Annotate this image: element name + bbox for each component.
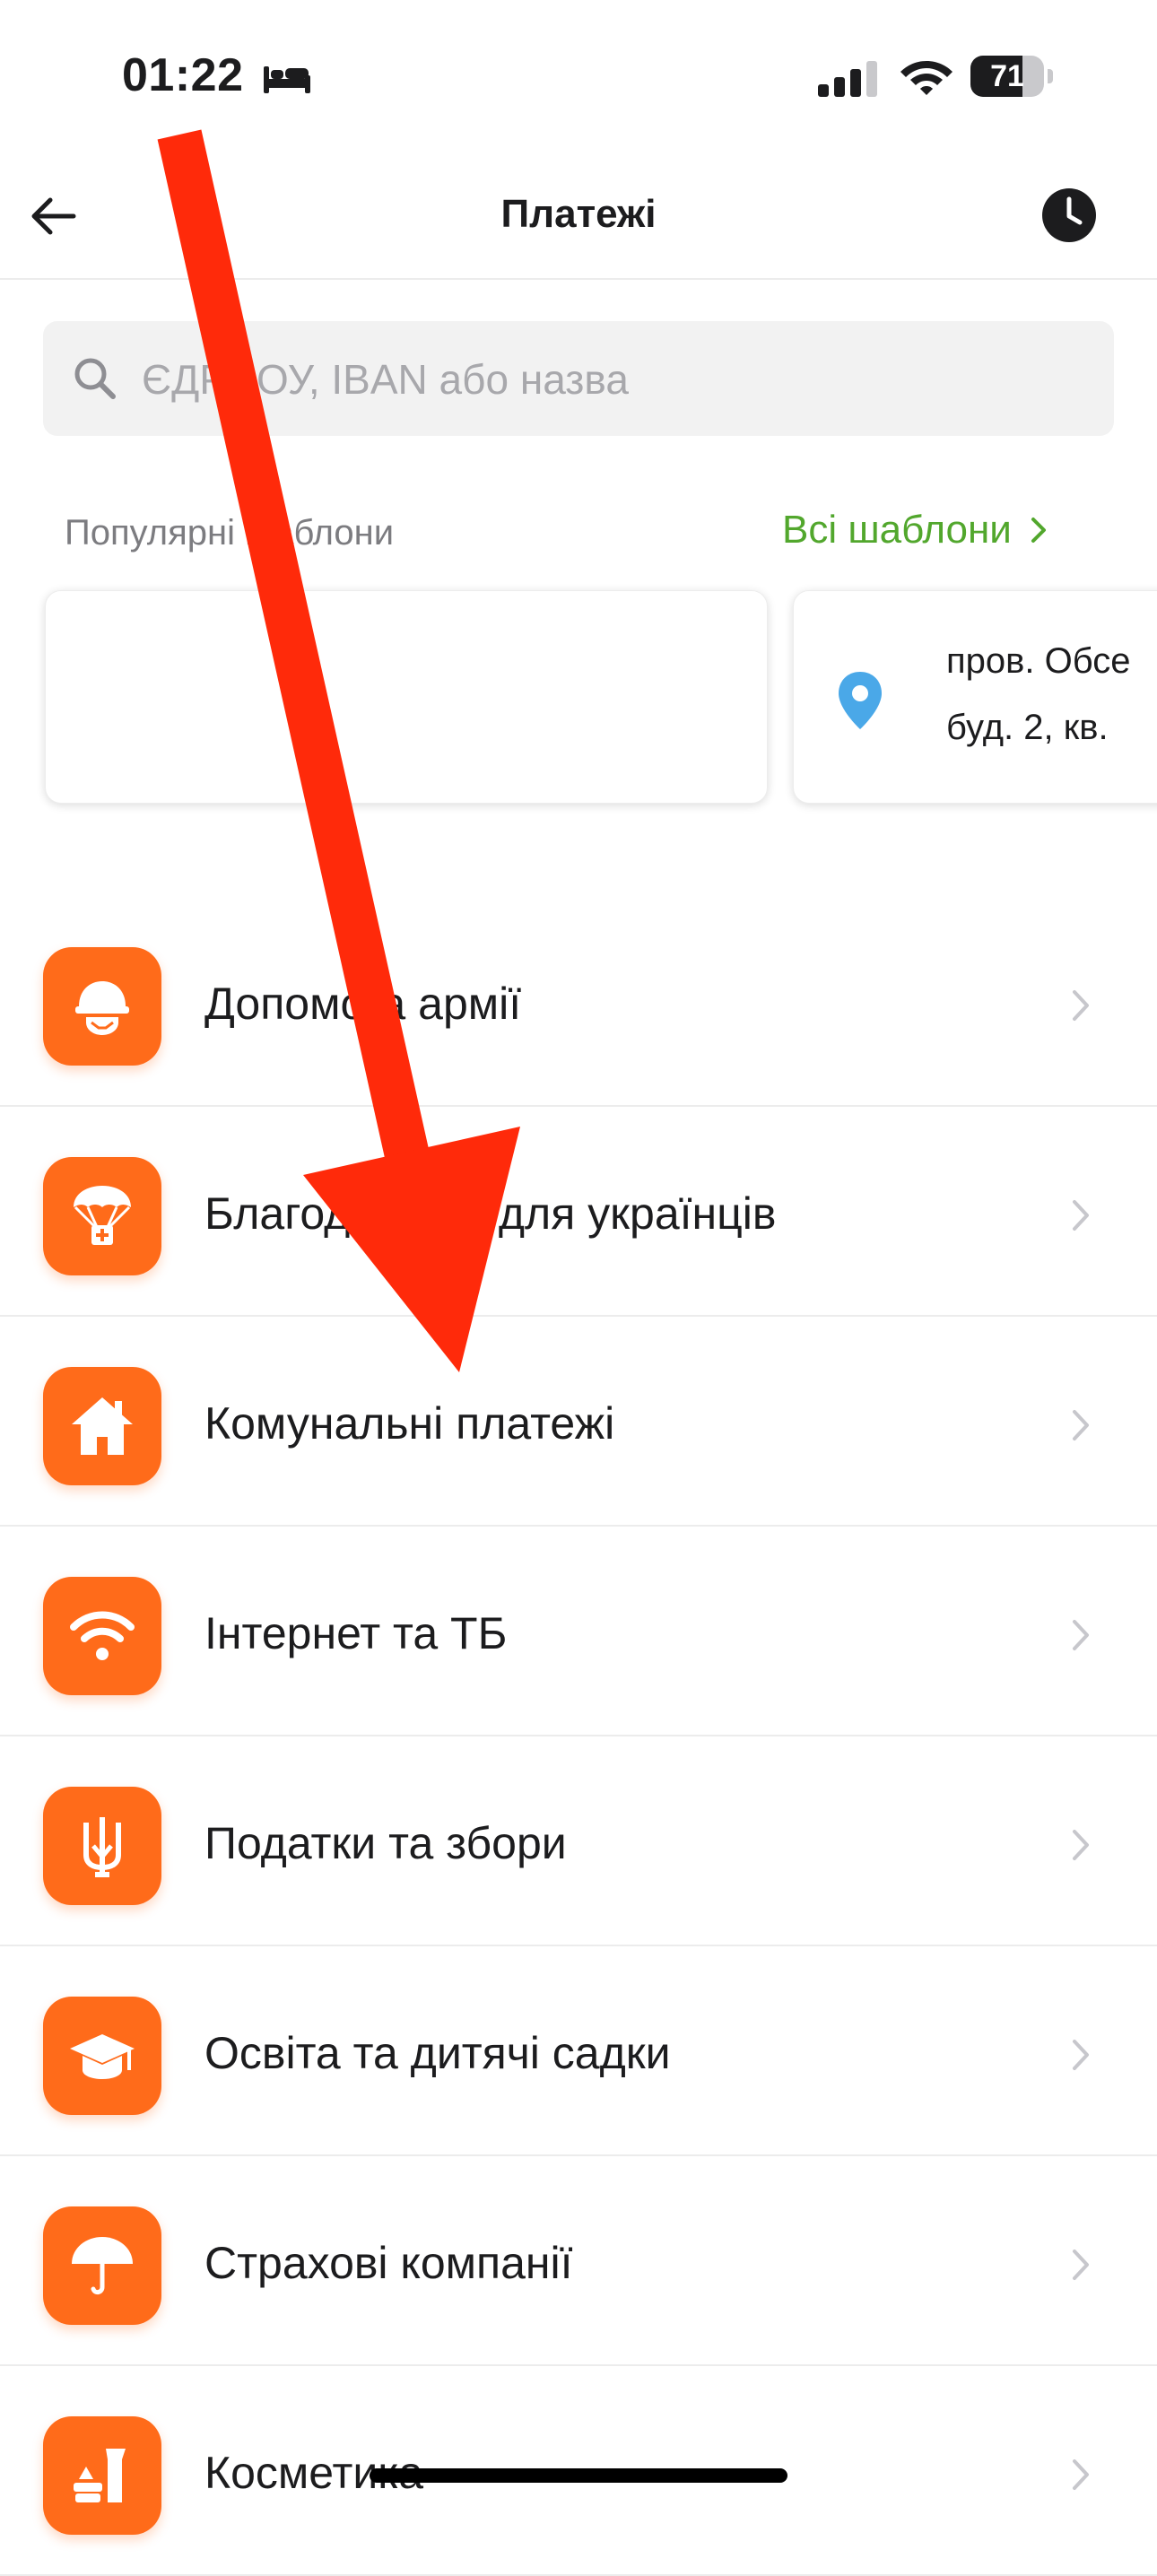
all-templates-label: Всі шаблони — [782, 508, 1012, 552]
chevron-right-icon — [1073, 2040, 1089, 2070]
category-list: Допомога армії Благодійність для українц… — [0, 897, 1157, 2576]
template-address-line: пров. Обсе — [946, 641, 1131, 681]
umbrella-icon — [72, 2237, 133, 2295]
graduation-cap-icon — [70, 2034, 135, 2079]
wifi-icon — [70, 1611, 135, 1660]
battery-percent: 71 — [990, 59, 1024, 93]
category-label: Страхові компанії — [204, 2238, 573, 2288]
house-icon — [72, 1397, 133, 1455]
all-templates-link[interactable]: Всі шаблони — [782, 508, 1051, 553]
home-indicator[interactable] — [370, 2468, 787, 2483]
templates-section-title: Популярні шаблони — [65, 513, 395, 553]
trident-icon — [83, 1817, 121, 1877]
chevron-right-icon — [1073, 2459, 1089, 2490]
chevron-right-icon — [1073, 2250, 1089, 2280]
category-item-internet-tv[interactable]: Інтернет та ТБ — [0, 1527, 1157, 1736]
chevron-right-icon — [1073, 1620, 1089, 1650]
template-address-line: буд. 2, кв. — [946, 708, 1109, 747]
battery-indicator: 71 — [970, 56, 1053, 99]
history-clock-button[interactable] — [1040, 187, 1098, 244]
location-pin-icon — [839, 672, 882, 729]
chevron-right-icon — [1073, 990, 1089, 1021]
category-label: Комунальні платежі — [204, 1398, 615, 1449]
cellular-signal-icon — [818, 61, 877, 97]
category-item-taxes[interactable]: Податки та збори — [0, 1736, 1157, 1946]
chevron-right-icon — [1031, 518, 1046, 543]
category-label: Благодійність для українців — [204, 1188, 777, 1239]
parachute-aid-icon — [74, 1186, 131, 1245]
search-input[interactable] — [140, 339, 1094, 420]
chevron-right-icon — [1073, 1410, 1089, 1440]
search-bar[interactable] — [43, 321, 1114, 436]
chevron-right-icon — [1073, 1200, 1089, 1231]
nav-bar: Платежі — [0, 152, 1157, 280]
category-item-utilities[interactable]: Комунальні платежі — [0, 1317, 1157, 1527]
chevron-right-icon — [1073, 1830, 1089, 1860]
wifi-icon — [900, 61, 953, 95]
category-item-insurance[interactable]: Страхові компанії — [0, 2156, 1157, 2366]
search-icon — [74, 358, 116, 399]
status-time: 01:22 — [122, 49, 244, 101]
cosmetics-icon — [74, 2449, 126, 2502]
soldier-helmet-icon — [75, 981, 129, 1035]
category-label: Допомога армії — [204, 979, 522, 1029]
category-item-education[interactable]: Освіта та дитячі садки — [0, 1946, 1157, 2156]
status-bar: 01:22 71 — [0, 0, 1157, 152]
category-item-army-help[interactable]: Допомога армії — [0, 897, 1157, 1107]
category-item-charity[interactable]: Благодійність для українців — [0, 1107, 1157, 1317]
page-title: Платежі — [500, 192, 657, 236]
template-card[interactable]: пров. Обсе буд. 2, кв. — [793, 590, 1157, 804]
bed-icon — [264, 66, 310, 93]
category-label: Податки та збори — [204, 1818, 567, 1868]
category-label: Освіта та дитячі садки — [204, 2028, 671, 2078]
template-card[interactable] — [45, 590, 768, 804]
category-label: Інтернет та ТБ — [204, 1608, 508, 1658]
